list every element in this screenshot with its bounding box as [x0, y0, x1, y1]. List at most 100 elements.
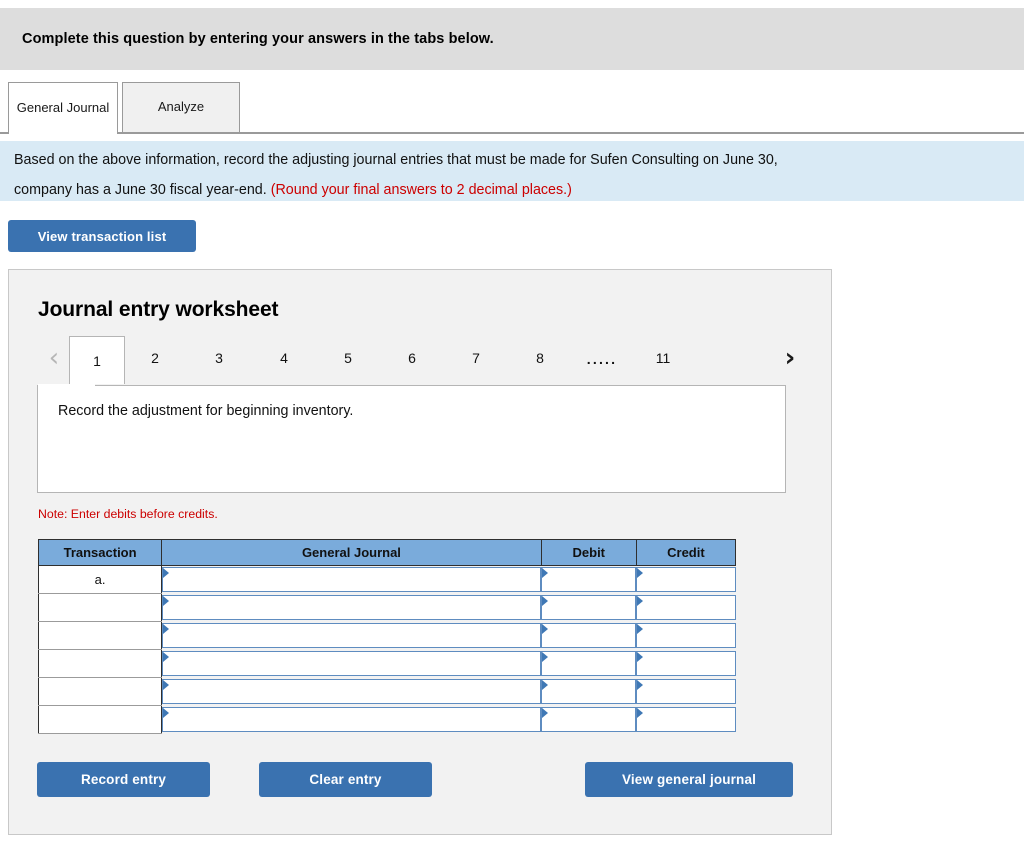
cell-credit-0[interactable]: [636, 565, 736, 594]
cell-general-journal-0[interactable]: [161, 565, 542, 594]
banner-text: Complete this question by entering your …: [22, 31, 494, 47]
view-general-journal-button[interactable]: View general journal: [585, 762, 793, 797]
credit-input-1[interactable]: [636, 595, 736, 620]
view-transaction-list-button[interactable]: View transaction list: [8, 220, 196, 252]
cell-credit-4[interactable]: [636, 677, 736, 706]
table-row: [37, 649, 736, 678]
cell-transaction-1: [37, 593, 163, 622]
pager-page-11-label: 11: [655, 350, 671, 366]
pager-page-4-label: 4: [280, 350, 288, 366]
tab-general-journal-label: General Journal: [16, 100, 110, 116]
worksheet-prompt-text: Record the adjustment for beginning inve…: [58, 403, 354, 419]
pager-page-5[interactable]: 5: [324, 336, 372, 380]
pager-page-6[interactable]: 6: [388, 336, 436, 380]
account-input-3[interactable]: [162, 651, 542, 676]
table-header-row: Transaction General Journal Debit Credit: [37, 539, 737, 566]
cell-debit-4[interactable]: [541, 677, 637, 706]
worksheet-pager: ‹ 1 2 3 4 5 6 7 8 ..... 11 ›: [37, 336, 805, 384]
cell-transaction-4: [37, 677, 163, 706]
cell-credit-2[interactable]: [636, 621, 736, 650]
table-row: [37, 677, 736, 706]
credit-input-2[interactable]: [636, 623, 736, 648]
cell-general-journal-1[interactable]: [161, 593, 542, 622]
column-header-transaction: Transaction: [37, 539, 163, 566]
credit-input-3[interactable]: [636, 651, 736, 676]
account-input-4[interactable]: [162, 679, 542, 704]
account-input-0[interactable]: [162, 567, 542, 593]
cell-debit-0[interactable]: [541, 565, 637, 594]
cell-transaction-5: [37, 705, 163, 734]
cell-general-journal-5[interactable]: [161, 705, 542, 734]
pager-page-3-label: 3: [215, 350, 223, 366]
credit-input-5[interactable]: [636, 707, 736, 732]
pager-active-tab-connector: [38, 384, 95, 387]
debit-input-1[interactable]: [541, 595, 637, 620]
pager-page-6-label: 6: [408, 350, 416, 366]
question-page: Complete this question by entering your …: [0, 0, 1024, 845]
tab-strip-underline: [0, 132, 1024, 134]
cell-credit-1[interactable]: [636, 593, 736, 622]
tab-analyze-label: Analyze: [157, 99, 205, 115]
table-body: a.: [37, 565, 736, 734]
debit-input-2[interactable]: [541, 623, 637, 648]
cell-transaction-3: [37, 649, 163, 678]
credit-input-0[interactable]: [636, 567, 736, 593]
debit-input-4[interactable]: [541, 679, 637, 704]
account-input-1[interactable]: [162, 595, 542, 620]
pager-page-1-label: 1: [93, 352, 101, 369]
pager-page-8[interactable]: 8: [516, 336, 564, 380]
tab-strip: General Journal Analyze: [0, 82, 1024, 139]
cell-transaction-0: a.: [37, 565, 163, 594]
instruction-text-line2: company has a June 30 fiscal year-end. (…: [0, 171, 1024, 201]
table-row: [37, 593, 736, 622]
table-row: [37, 621, 736, 650]
journal-entry-worksheet-panel: Journal entry worksheet ‹ 1 2 3 4 5 6 7 …: [8, 269, 832, 835]
table-row: [37, 705, 736, 734]
cell-debit-2[interactable]: [541, 621, 637, 650]
cell-general-journal-2[interactable]: [161, 621, 542, 650]
cell-credit-3[interactable]: [636, 649, 736, 678]
debit-input-0[interactable]: [541, 567, 637, 593]
account-input-2[interactable]: [162, 623, 542, 648]
debit-input-3[interactable]: [541, 651, 637, 676]
cell-credit-5[interactable]: [636, 705, 736, 734]
column-header-debit: Debit: [540, 539, 637, 566]
account-input-5[interactable]: [162, 707, 542, 732]
pager-page-5-label: 5: [344, 350, 352, 366]
chevron-right-icon[interactable]: ›: [775, 338, 805, 378]
pager-page-2-label: 2: [151, 350, 159, 366]
pager-page-8-label: 8: [536, 350, 544, 366]
tab-active-indicator: [9, 131, 117, 135]
chevron-left-icon[interactable]: ‹: [39, 338, 69, 378]
credit-input-4[interactable]: [636, 679, 736, 704]
cell-general-journal-3[interactable]: [161, 649, 542, 678]
clear-entry-button[interactable]: Clear entry: [259, 762, 432, 797]
cell-transaction-2: [37, 621, 163, 650]
tab-analyze[interactable]: Analyze: [122, 82, 240, 132]
pager-page-11[interactable]: 11: [639, 336, 687, 380]
instruction-panel: Based on the above information, record t…: [0, 141, 1024, 201]
tab-general-journal[interactable]: General Journal: [8, 82, 118, 134]
journal-entry-table: Transaction General Journal Debit Credit…: [37, 539, 737, 734]
cell-debit-5[interactable]: [541, 705, 637, 734]
question-banner: Complete this question by entering your …: [0, 8, 1024, 70]
debits-before-credits-note: Note: Enter debits before credits.: [38, 507, 218, 521]
table-row: a.: [37, 565, 736, 594]
pager-page-2[interactable]: 2: [131, 336, 179, 380]
cell-debit-1[interactable]: [541, 593, 637, 622]
pager-page-3[interactable]: 3: [195, 336, 243, 380]
pager-page-4[interactable]: 4: [260, 336, 308, 380]
pager-page-7-label: 7: [472, 350, 480, 366]
debit-input-5[interactable]: [541, 707, 637, 732]
column-header-credit: Credit: [635, 539, 737, 566]
cell-debit-3[interactable]: [541, 649, 637, 678]
cell-general-journal-4[interactable]: [161, 677, 542, 706]
worksheet-title: Journal entry worksheet: [38, 298, 279, 321]
worksheet-prompt-box: Record the adjustment for beginning inve…: [37, 385, 786, 493]
pager-ellipsis: .....: [586, 351, 618, 367]
record-entry-button[interactable]: Record entry: [37, 762, 210, 797]
pager-page-1[interactable]: 1: [69, 336, 125, 384]
instruction-text: Based on the above information, record t…: [0, 141, 1024, 171]
pager-page-7[interactable]: 7: [452, 336, 500, 380]
instruction-rounding-note: (Round your final answers to 2 decimal p…: [270, 182, 572, 199]
